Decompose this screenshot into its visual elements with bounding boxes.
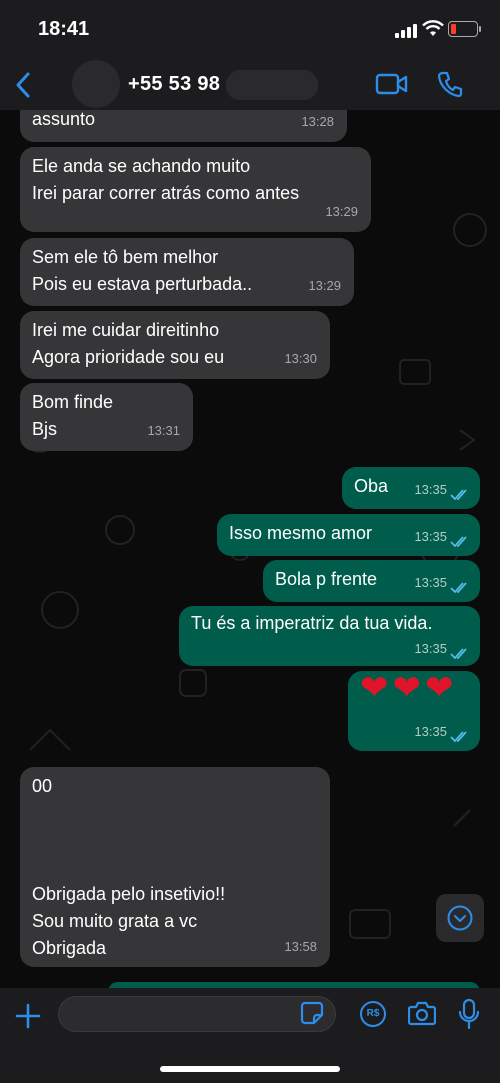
message-time: 13:35 xyxy=(414,482,447,497)
message-time: 13:35 xyxy=(414,641,447,656)
message-time: 13:35 xyxy=(414,529,447,544)
message-text: 00 Obrigada pelo insetivio!! Sou muito g… xyxy=(32,776,226,958)
message-bubble-incoming[interactable]: 00 Obrigada pelo insetivio!! Sou muito g… xyxy=(20,767,330,967)
message-bubble-incoming[interactable]: Ele anda se achando muito Irei parar cor… xyxy=(20,147,371,232)
read-receipt-icon xyxy=(450,536,467,548)
contact-name[interactable]: +55 53 98 xyxy=(128,73,220,96)
message-text: Isso mesmo amor xyxy=(229,523,373,543)
message-bubble-outgoing[interactable]: Oba 13:35 xyxy=(342,467,480,509)
mic-icon[interactable] xyxy=(458,998,480,1030)
cellular-signal-icon xyxy=(395,24,419,38)
message-text: Bom finde Bjs xyxy=(32,392,114,439)
message-time: 13:29 xyxy=(308,278,341,293)
home-indicator xyxy=(160,1066,340,1072)
phone-icon[interactable] xyxy=(437,70,463,98)
message-time: 13:35 xyxy=(414,575,447,590)
message-input[interactable] xyxy=(71,1003,295,1027)
payment-icon[interactable]: R$ xyxy=(360,1001,386,1027)
message-text: Oba xyxy=(354,476,389,496)
message-bubble-outgoing[interactable]: ❤❤❤ 13:35 xyxy=(348,671,480,751)
message-text: assunto xyxy=(32,110,96,129)
read-receipt-icon xyxy=(450,489,467,501)
message-bubble-incoming[interactable]: Irei me cuidar direitinho Agora priorida… xyxy=(20,311,330,379)
message-input-field[interactable] xyxy=(58,996,336,1032)
chat-area[interactable]: assunto 13:28 Ele anda se achando muito … xyxy=(0,110,500,988)
message-text: Ele anda se achando muito Irei parar cor… xyxy=(32,156,300,203)
message-bubble-outgoing[interactable]: Bola p frente 13:35 xyxy=(263,560,480,602)
message-bubble-incoming[interactable]: Bom finde Bjs 13:31 xyxy=(20,383,193,451)
message-time: 13:35 xyxy=(414,724,447,739)
status-bar: 18:41 xyxy=(0,0,500,60)
composer-bar: R$ xyxy=(0,988,500,1083)
message-text: Bola p frente xyxy=(275,569,378,589)
heart-emoji-text: ❤❤❤ xyxy=(360,669,458,707)
message-bubble-incoming[interactable]: assunto 13:28 xyxy=(20,110,347,142)
sticker-icon[interactable] xyxy=(300,1001,324,1025)
message-text: Sem ele tô bem melhor Pois eu estava per… xyxy=(32,247,253,294)
avatar[interactable] xyxy=(72,60,120,108)
message-bubble-incoming[interactable]: Sem ele tô bem melhor Pois eu estava per… xyxy=(20,238,354,306)
message-time: 13:28 xyxy=(301,114,334,129)
message-text: Tu és a imperatriz da tua vida. xyxy=(191,613,433,633)
video-call-icon[interactable] xyxy=(375,72,409,96)
scroll-down-button[interactable] xyxy=(436,894,484,942)
camera-icon[interactable] xyxy=(408,1000,436,1026)
battery-icon xyxy=(448,21,481,37)
chat-header: +55 53 98 xyxy=(0,60,500,110)
message-time: 13:30 xyxy=(284,351,317,366)
read-receipt-icon xyxy=(450,582,467,594)
read-receipt-icon xyxy=(450,731,467,743)
back-icon[interactable] xyxy=(14,71,32,99)
message-bubble-outgoing[interactable]: Isso mesmo amor 13:35 xyxy=(217,514,480,556)
message-time: 13:58 xyxy=(284,939,317,954)
wifi-icon xyxy=(422,20,444,36)
read-receipt-icon xyxy=(450,648,467,660)
redacted-number xyxy=(226,70,318,100)
message-text: Irei me cuidar direitinho Agora priorida… xyxy=(32,320,225,367)
message-time: 13:29 xyxy=(325,204,358,219)
status-time: 18:41 xyxy=(38,18,90,40)
message-time: 13:31 xyxy=(147,423,180,438)
scroll-down-icon xyxy=(447,905,473,931)
plus-icon[interactable] xyxy=(14,1002,42,1030)
message-bubble-outgoing[interactable]: Tu és a imperatriz da tua vida. 13:35 xyxy=(179,606,480,666)
